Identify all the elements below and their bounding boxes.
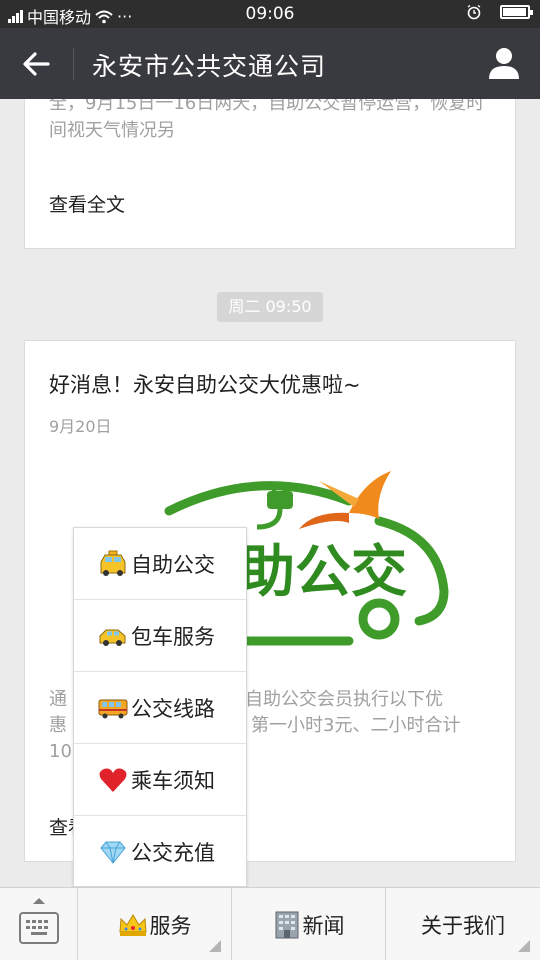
menu-item-label: 乘车须知	[131, 768, 215, 793]
submenu-indicator	[518, 940, 530, 952]
person-icon	[489, 48, 519, 79]
menu-item-label: 自助公交	[131, 552, 215, 577]
tab-label: 服务	[149, 913, 192, 938]
article-summary: 全，9月15日一16日两天，自助公交暂停运营，恢复时间视天气情况另	[49, 99, 485, 141]
article-title: 好消息！永安自助公交大优惠啦~	[49, 373, 361, 397]
read-more-link[interactable]: 查看全文	[49, 190, 125, 217]
menu-item-self-service-bus[interactable]: 自助公交	[74, 528, 246, 600]
car-icon	[98, 622, 128, 650]
menu-item-bus-routes[interactable]: 公交线路	[74, 672, 246, 744]
status-time: 09:06	[245, 4, 295, 24]
article-card[interactable]: 全，9月15日一16日两天，自助公交暂停运营，恢复时间视天气情况另 查看全文	[24, 99, 516, 249]
back-button[interactable]	[18, 46, 54, 82]
tab-label: 关于我们	[421, 913, 505, 938]
menu-item-charter-service[interactable]: 包车服务	[74, 600, 246, 672]
summary-fragment: 10	[49, 741, 72, 762]
menu-item-label: 公交线路	[131, 696, 215, 721]
service-submenu: 自助公交 包车服务 公交线路 乘车须知 公交充值	[73, 527, 247, 887]
back-arrow-icon	[23, 52, 50, 76]
bottom-menu-bar: 服务 新闻 关于我们	[0, 887, 540, 960]
taxi-icon	[98, 550, 128, 578]
profile-button[interactable]	[486, 45, 522, 81]
status-right	[466, 4, 533, 20]
summary-fragment: 通	[49, 689, 67, 710]
menu-item-bus-top-up[interactable]: 公交充值	[74, 816, 246, 888]
page-title: 永安市公共交通公司	[92, 52, 327, 81]
summary-fragment: 惠	[49, 715, 67, 736]
crown-icon	[118, 912, 148, 938]
summary-fragment: 自助公交会员执行以下优	[245, 689, 443, 710]
tab-label: 新闻	[302, 913, 345, 938]
keyboard-toggle-button[interactable]	[0, 888, 78, 960]
title-divider	[73, 48, 74, 80]
menu-item-label: 公交充值	[131, 841, 215, 865]
cover-text: 助公交	[239, 540, 407, 605]
keyboard-icon	[19, 912, 59, 944]
diamond-icon	[98, 838, 128, 866]
bus-icon	[98, 694, 128, 722]
menu-item-label: 包车服务	[131, 624, 215, 649]
status-bar: 中国移动 ··· 09:06	[0, 0, 540, 28]
tab-about-us[interactable]: 关于我们	[386, 888, 540, 960]
building-icon	[273, 910, 301, 940]
submenu-indicator	[209, 940, 221, 952]
heart-icon	[98, 766, 128, 794]
article-date: 9月20日	[49, 417, 112, 436]
alarm-icon	[466, 4, 482, 20]
caret-up-icon	[33, 898, 45, 904]
summary-fragment: 第一小时3元、二小时合计	[251, 715, 461, 736]
battery-icon	[500, 5, 533, 19]
tab-services[interactable]: 服务	[78, 888, 232, 960]
tab-news[interactable]: 新闻	[232, 888, 386, 960]
battery-fill	[503, 8, 526, 16]
title-bar: 永安市公共交通公司	[0, 28, 540, 99]
menu-item-riding-notice[interactable]: 乘车须知	[74, 744, 246, 816]
timestamp-chip: 周二 09:50	[217, 292, 323, 322]
